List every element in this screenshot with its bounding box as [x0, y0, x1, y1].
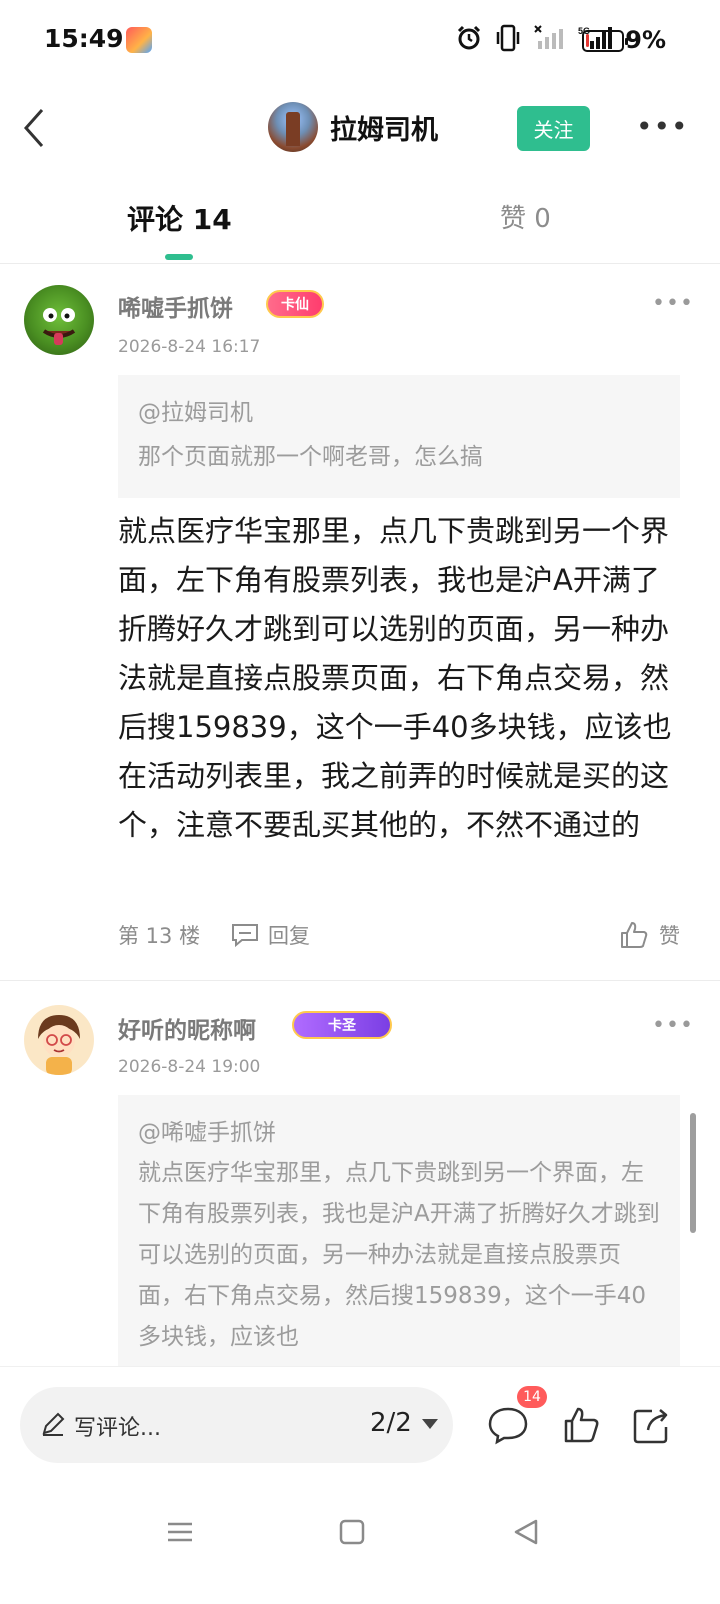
author-name[interactable]: 拉姆司机 — [330, 108, 438, 147]
author-avatar[interactable] — [268, 102, 318, 152]
status-time: 15:49 — [44, 24, 124, 53]
header: 拉姆司机 关注 ••• — [0, 92, 720, 164]
user-level-badge: 卡圣 — [292, 1011, 392, 1039]
tab-comments[interactable]: 评论 14 — [127, 198, 232, 238]
floor-number: 第 13 楼 — [118, 924, 201, 948]
badge-label: 卡仙 — [281, 297, 309, 313]
user-level-badge: 卡仙 — [266, 290, 324, 318]
home-icon[interactable] — [332, 1512, 372, 1552]
alarm-icon — [457, 25, 481, 50]
quote-text: 就点医疗华宝那里，点几下贵跳到另一个界面，左下角有股票列表，我也是沪A开满了折腾… — [138, 1160, 660, 1350]
write-comment-input[interactable]: 写评论... 2/2 — [20, 1387, 453, 1463]
avatar[interactable] — [24, 1005, 94, 1075]
author-info[interactable]: 拉姆司机 — [268, 102, 438, 152]
comment-username[interactable]: 唏嘘手抓饼 — [118, 289, 233, 323]
more-options-icon[interactable]: ••• — [636, 110, 688, 144]
thumbs-up-icon[interactable] — [560, 1403, 604, 1447]
vibrate-icon — [496, 24, 520, 52]
write-comment-placeholder: 写评论... — [74, 1416, 161, 1441]
comment-more-icon[interactable]: ••• — [652, 291, 694, 316]
chevron-down-icon[interactable] — [422, 1419, 438, 1429]
comment-divider — [0, 980, 720, 981]
comment-item: 唏嘘手抓饼 卡仙 ••• 2026-8-24 16:17 @拉姆司机 那个页面就… — [0, 283, 720, 983]
reply-icon — [232, 924, 258, 948]
reply-button[interactable]: 回复 — [230, 920, 310, 950]
system-nav-bar — [0, 1482, 720, 1604]
like-button[interactable]: 赞 — [619, 920, 680, 950]
thumbs-up-icon — [621, 922, 648, 948]
signal-icon — [534, 25, 563, 49]
battery-fill — [586, 34, 589, 47]
battery-percent: 9% — [625, 26, 666, 54]
comment-more-icon[interactable]: ••• — [652, 1013, 694, 1038]
back-icon[interactable] — [14, 104, 54, 152]
quoted-comment[interactable]: @拉姆司机 那个页面就那一个啊老哥，怎么搞 — [118, 375, 680, 498]
tab-likes[interactable]: 赞 0 — [500, 198, 551, 235]
reply-label: 回复 — [268, 924, 310, 948]
badge-label: 卡圣 — [328, 1018, 356, 1034]
comment-username[interactable]: 好听的昵称啊 — [118, 1011, 256, 1045]
quote-mention: @拉姆司机 — [138, 400, 253, 426]
comment-body: 就点医疗华宝那里，点几下贵跳到另一个界面，左下角有股票列表，我也是沪A开满了折腾… — [118, 514, 672, 842]
status-bar: 15:49 5G 9% — [0, 0, 720, 80]
quote-mention: @唏嘘手抓饼 — [138, 1120, 276, 1146]
battery-icon — [582, 30, 628, 52]
comment-icon[interactable] — [486, 1403, 530, 1447]
share-icon[interactable] — [630, 1403, 674, 1447]
comment-count-badge: 14 — [517, 1386, 547, 1408]
avatar[interactable] — [24, 285, 94, 355]
cartoon-person-icon — [38, 1015, 80, 1075]
tab-indicator — [165, 254, 193, 260]
bottom-action-bar: 写评论... 2/2 14 — [0, 1366, 720, 1482]
quote-text: 那个页面就那一个啊老哥，怎么搞 — [138, 444, 483, 470]
quoted-comment[interactable]: @唏嘘手抓饼 就点医疗华宝那里，点几下贵跳到另一个界面，左下角有股票列表，我也是… — [118, 1095, 680, 1367]
comment-footer: 第 13 楼 回复 赞 — [118, 920, 680, 956]
like-label: 赞 — [659, 924, 680, 948]
comment-item: 好听的昵称啊 卡圣 ••• 2026-8-24 19:00 @唏嘘手抓饼 就点医… — [0, 1005, 720, 1367]
menu-icon[interactable] — [160, 1512, 200, 1552]
comment-time: 2026-8-24 16:17 — [118, 337, 261, 357]
tab-bar: 评论 14 赞 0 — [0, 190, 720, 264]
comment-time: 2026-8-24 19:00 — [118, 1057, 261, 1077]
zombie-face-icon — [42, 308, 76, 345]
app-notification-icon — [126, 27, 152, 53]
back-nav-icon[interactable] — [506, 1512, 546, 1552]
scrollbar[interactable] — [690, 1113, 696, 1233]
page-indicator[interactable]: 2/2 — [370, 1408, 412, 1438]
follow-button[interactable]: 关注 — [517, 106, 590, 151]
pencil-icon — [42, 1412, 65, 1436]
